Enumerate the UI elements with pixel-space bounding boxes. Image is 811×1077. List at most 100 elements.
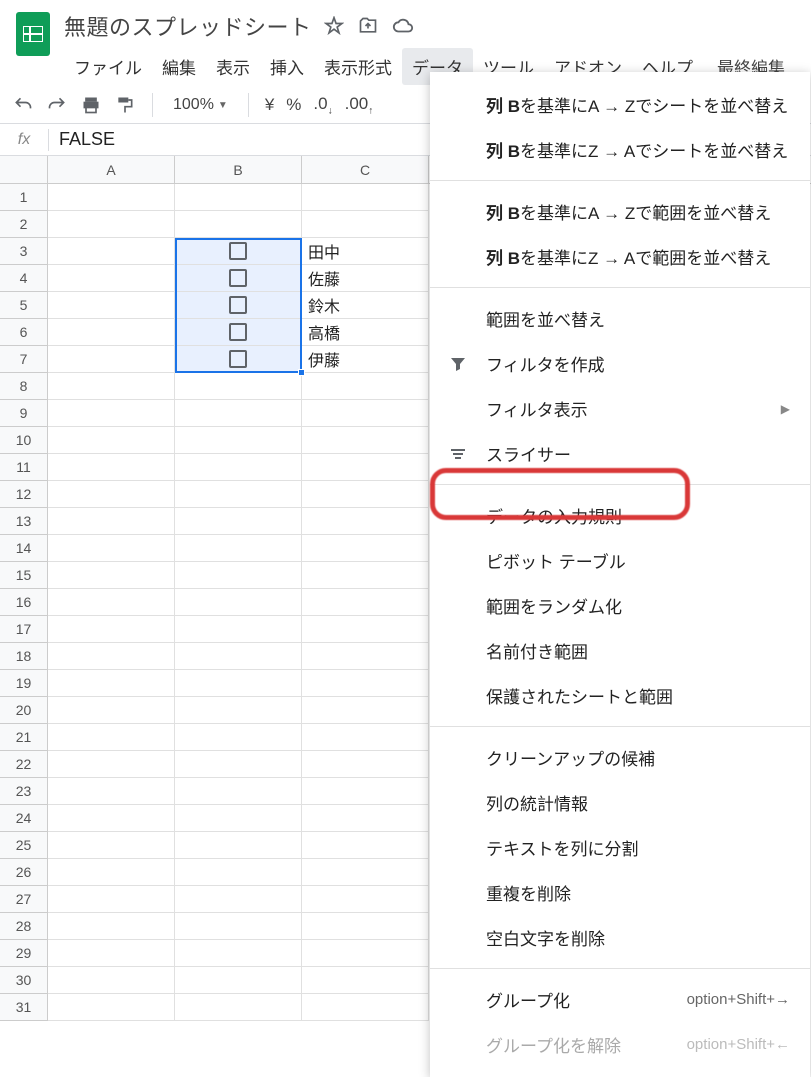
cell[interactable] bbox=[302, 481, 429, 508]
menu-format[interactable]: 表示形式 bbox=[314, 48, 402, 85]
row-head[interactable]: 2 bbox=[0, 211, 48, 238]
row-head[interactable]: 6 bbox=[0, 319, 48, 346]
protect-sheet[interactable]: 保護されたシートと範囲 bbox=[430, 673, 810, 718]
cell[interactable] bbox=[175, 454, 302, 481]
cell[interactable] bbox=[302, 562, 429, 589]
sort-range-az[interactable]: 列 B を基準にA → Zで範囲を並べ替え bbox=[430, 189, 810, 234]
redo-button[interactable] bbox=[46, 94, 68, 116]
cell[interactable] bbox=[48, 427, 175, 454]
menu-insert[interactable]: 挿入 bbox=[260, 48, 314, 85]
cell[interactable] bbox=[48, 292, 175, 319]
cleanup-suggestions[interactable]: クリーンアップの候補 bbox=[430, 735, 810, 780]
cell[interactable]: 鈴木 bbox=[302, 292, 429, 319]
row-head[interactable]: 14 bbox=[0, 535, 48, 562]
cell[interactable] bbox=[302, 670, 429, 697]
cell[interactable] bbox=[48, 508, 175, 535]
cell[interactable] bbox=[302, 184, 429, 211]
cell[interactable] bbox=[175, 967, 302, 994]
cell[interactable] bbox=[302, 697, 429, 724]
menu-file[interactable]: ファイル bbox=[64, 48, 152, 85]
row-head[interactable]: 19 bbox=[0, 670, 48, 697]
cell[interactable] bbox=[48, 184, 175, 211]
checkbox[interactable] bbox=[229, 296, 247, 314]
cell[interactable] bbox=[175, 859, 302, 886]
cell[interactable] bbox=[175, 805, 302, 832]
cell[interactable] bbox=[48, 481, 175, 508]
cell[interactable] bbox=[175, 940, 302, 967]
row-head[interactable]: 15 bbox=[0, 562, 48, 589]
cell[interactable] bbox=[175, 994, 302, 1021]
cell[interactable]: 高橋 bbox=[302, 319, 429, 346]
cell[interactable] bbox=[48, 454, 175, 481]
dec-decrease-button[interactable]: .0↓ bbox=[313, 94, 332, 116]
cell[interactable] bbox=[175, 724, 302, 751]
checkbox[interactable] bbox=[229, 269, 247, 287]
trim-whitespace[interactable]: 空白文字を削除 bbox=[430, 915, 810, 960]
row-head[interactable]: 22 bbox=[0, 751, 48, 778]
cell[interactable] bbox=[48, 967, 175, 994]
cell[interactable] bbox=[302, 643, 429, 670]
cell[interactable] bbox=[302, 508, 429, 535]
formula-input[interactable]: FALSE bbox=[49, 129, 115, 150]
row-head[interactable]: 17 bbox=[0, 616, 48, 643]
cell[interactable] bbox=[175, 616, 302, 643]
row-head[interactable]: 12 bbox=[0, 481, 48, 508]
cell[interactable] bbox=[302, 724, 429, 751]
cell[interactable] bbox=[302, 427, 429, 454]
sort-range[interactable]: 範囲を並べ替え bbox=[430, 296, 810, 341]
cell[interactable] bbox=[302, 778, 429, 805]
cell[interactable] bbox=[48, 535, 175, 562]
cell[interactable] bbox=[175, 292, 302, 319]
cell[interactable] bbox=[302, 589, 429, 616]
filter-view[interactable]: フィルタ表示▶ bbox=[430, 386, 810, 431]
cell[interactable] bbox=[175, 670, 302, 697]
randomize-range[interactable]: 範囲をランダム化 bbox=[430, 583, 810, 628]
cell[interactable] bbox=[302, 886, 429, 913]
cell[interactable] bbox=[48, 616, 175, 643]
doc-title[interactable]: 無題のスプレッドシート bbox=[64, 10, 312, 42]
cell[interactable] bbox=[175, 265, 302, 292]
cell[interactable] bbox=[48, 670, 175, 697]
row-head[interactable]: 18 bbox=[0, 643, 48, 670]
col-head-c[interactable]: C bbox=[302, 156, 429, 183]
cell[interactable] bbox=[302, 400, 429, 427]
row-head[interactable]: 7 bbox=[0, 346, 48, 373]
cell[interactable] bbox=[175, 643, 302, 670]
cell[interactable] bbox=[302, 832, 429, 859]
column-stats[interactable]: 列の統計情報 bbox=[430, 780, 810, 825]
cell[interactable] bbox=[48, 238, 175, 265]
row-head[interactable]: 25 bbox=[0, 832, 48, 859]
zoom-select[interactable]: 100%▼ bbox=[169, 96, 232, 114]
cell[interactable] bbox=[48, 751, 175, 778]
cell[interactable] bbox=[48, 589, 175, 616]
cell[interactable] bbox=[48, 211, 175, 238]
cell[interactable] bbox=[48, 265, 175, 292]
cell[interactable] bbox=[175, 913, 302, 940]
cell[interactable] bbox=[175, 886, 302, 913]
row-head[interactable]: 23 bbox=[0, 778, 48, 805]
row-head[interactable]: 9 bbox=[0, 400, 48, 427]
cell[interactable] bbox=[48, 562, 175, 589]
cell[interactable] bbox=[175, 562, 302, 589]
cell[interactable]: 佐藤 bbox=[302, 265, 429, 292]
cell[interactable] bbox=[175, 400, 302, 427]
cell[interactable] bbox=[175, 346, 302, 373]
group[interactable]: グループ化option+Shift+→ bbox=[430, 977, 810, 1022]
cell[interactable] bbox=[175, 508, 302, 535]
cell[interactable] bbox=[48, 994, 175, 1021]
row-head[interactable]: 21 bbox=[0, 724, 48, 751]
row-head[interactable]: 8 bbox=[0, 373, 48, 400]
row-head[interactable]: 20 bbox=[0, 697, 48, 724]
cell[interactable] bbox=[175, 481, 302, 508]
cell[interactable] bbox=[48, 724, 175, 751]
slicer[interactable]: スライサー bbox=[430, 431, 810, 476]
selection-handle[interactable] bbox=[298, 369, 305, 376]
cell[interactable] bbox=[302, 535, 429, 562]
col-head-a[interactable]: A bbox=[48, 156, 175, 183]
row-head[interactable]: 1 bbox=[0, 184, 48, 211]
cell[interactable] bbox=[175, 697, 302, 724]
cell[interactable] bbox=[48, 805, 175, 832]
cell[interactable] bbox=[175, 238, 302, 265]
checkbox[interactable] bbox=[229, 350, 247, 368]
row-head[interactable]: 4 bbox=[0, 265, 48, 292]
